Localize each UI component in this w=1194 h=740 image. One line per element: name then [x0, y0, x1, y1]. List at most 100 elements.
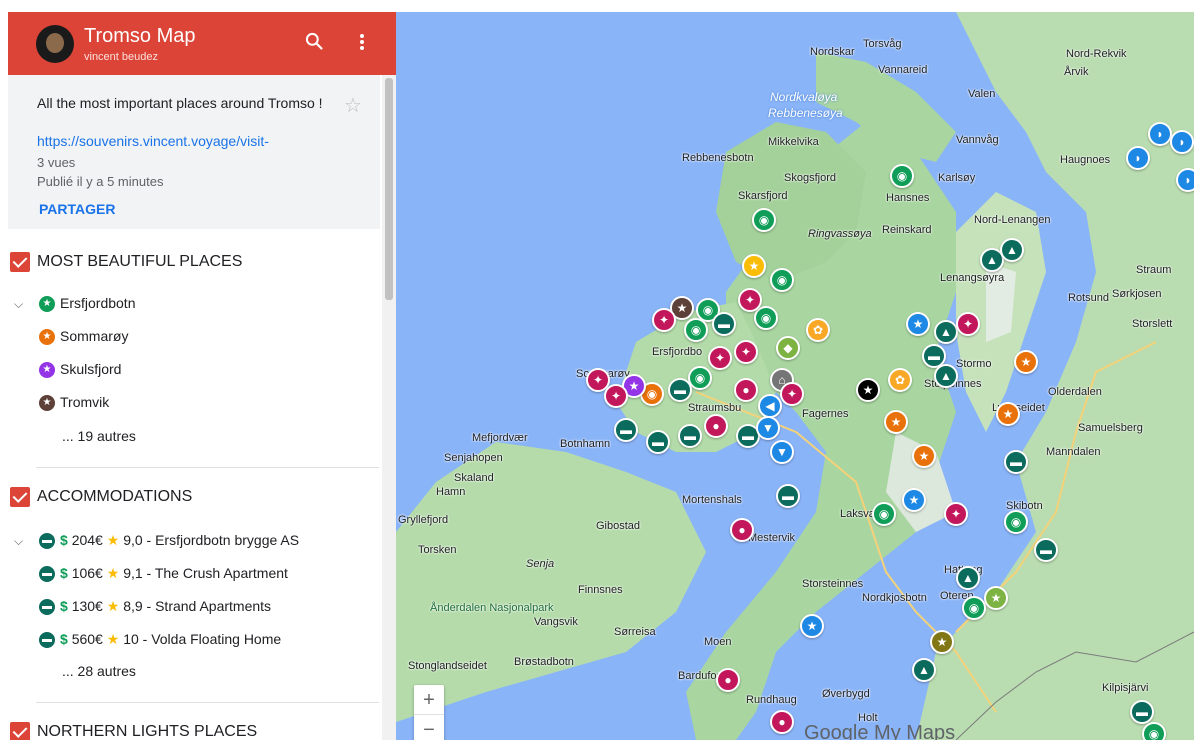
item-label: $ 560€ ★ 10 - Volda Floating Home	[60, 631, 281, 648]
camera-marker-icon[interactable]: ◉	[684, 318, 708, 342]
boat-marker-icon[interactable]: ▼	[756, 416, 780, 440]
hiking-marker-icon[interactable]: ✦	[780, 382, 804, 406]
list-item[interactable]: ▬ $ 130€ ★ 8,9 - Strand Apartments	[8, 594, 380, 622]
whale-marker-icon[interactable]: ◗	[1170, 130, 1194, 154]
bed-marker-icon[interactable]: ▬	[776, 484, 800, 508]
map-canvas[interactable]: Nordskar Torsvåg Vannareid Nord-Rekvik Å…	[396, 12, 1194, 740]
bed-marker-icon[interactable]: ▬	[1004, 450, 1028, 474]
bed-marker-icon[interactable]: ▬	[678, 424, 702, 448]
hiking-marker-icon[interactable]: ✦	[652, 308, 676, 332]
price-amount: 130€	[71, 598, 103, 614]
list-item[interactable]: ▬ $ 106€ ★ 9,1 - The Crush Apartment	[8, 561, 380, 589]
star-marker-icon[interactable]: ★	[1014, 350, 1038, 374]
hiking-marker-icon[interactable]: ✦	[708, 346, 732, 370]
map-link[interactable]: https://souvenirs.vincent.voyage/visit-	[37, 133, 269, 149]
layer-checkbox[interactable]	[10, 487, 30, 507]
snowmobile-marker-icon[interactable]: ▲	[934, 320, 958, 344]
star-marker-icon[interactable]: ★	[906, 312, 930, 336]
bird-marker-icon[interactable]: ✿	[888, 368, 912, 392]
bed-marker-icon[interactable]: ▬	[1034, 538, 1058, 562]
star-marker-icon[interactable]: ★	[902, 488, 926, 512]
star-marker-icon[interactable]: ★	[800, 614, 824, 638]
bird-marker-icon[interactable]: ✿	[806, 318, 830, 342]
star-marker-icon[interactable]: ★	[884, 410, 908, 434]
whale-marker-icon[interactable]: ◗	[1126, 146, 1150, 170]
star-marker-icon[interactable]: ★	[930, 630, 954, 654]
boat-marker-icon[interactable]: ▼	[770, 440, 794, 464]
whale-marker-icon[interactable]: ◗	[1148, 122, 1172, 146]
camera-marker-icon[interactable]: ◉	[770, 268, 794, 292]
bear-marker-icon[interactable]: ●	[770, 710, 794, 734]
star-marker-icon[interactable]: ★	[912, 444, 936, 468]
place-label: Valen	[968, 88, 996, 100]
bear-marker-icon[interactable]: ●	[730, 518, 754, 542]
place-label: Skogsfjord	[784, 172, 836, 184]
snowmobile-marker-icon[interactable]: ▲	[912, 658, 936, 682]
search-icon[interactable]	[304, 31, 324, 51]
chevron-down-icon[interactable]: ⌵	[14, 534, 23, 549]
camera-marker-icon[interactable]: ◉	[872, 502, 896, 526]
more-items-link[interactable]: ... 19 autres	[62, 428, 136, 444]
author-avatar[interactable]	[36, 25, 74, 63]
more-options-icon[interactable]	[356, 32, 368, 54]
hiking-marker-icon[interactable]: ✦	[604, 384, 628, 408]
snowmobile-marker-icon[interactable]: ▲	[1000, 238, 1024, 262]
camera-marker-icon[interactable]: ◉	[962, 596, 986, 620]
bear-marker-icon[interactable]: ●	[704, 414, 728, 438]
list-item[interactable]: ⌵ ▬ $ 204€ ★ 9,0 - Ersfjordbotn brygge A…	[8, 528, 380, 556]
zoom-out-button[interactable]: −	[414, 715, 444, 740]
place-label: Hansnes	[886, 192, 930, 204]
place-label: Rebbenesbotn	[682, 152, 754, 164]
place-label: Brøstadbotn	[514, 656, 574, 668]
chevron-down-icon[interactable]: ⌵	[14, 297, 23, 312]
bed-marker-icon[interactable]: ▬	[1130, 700, 1154, 724]
camera-marker-icon[interactable]: ◉	[1004, 510, 1028, 534]
layer-most-beautiful-places[interactable]: MOST BEAUTIFUL PLACES	[8, 248, 380, 278]
camera-marker-icon[interactable]: ◉	[752, 208, 776, 232]
whale-marker-icon[interactable]: ◗	[1176, 168, 1194, 192]
eye-marker-icon[interactable]: ◆	[776, 336, 800, 360]
list-item[interactable]: ★ Sommarøy	[8, 324, 380, 352]
camera-marker-icon[interactable]: ◉	[1142, 722, 1166, 740]
layer-northern-lights-places[interactable]: NORTHERN LIGHTS PLACES	[8, 718, 380, 740]
map-title[interactable]: Tromso Map	[84, 25, 196, 48]
bed-marker-icon[interactable]: ▬	[668, 378, 692, 402]
bear-marker-icon[interactable]: ●	[734, 378, 758, 402]
more-items-link[interactable]: ... 28 autres	[62, 663, 136, 679]
layer-checkbox[interactable]	[10, 252, 30, 272]
star-marker-icon[interactable]: ★	[856, 378, 880, 402]
scrollbar-thumb[interactable]	[385, 78, 393, 300]
snowmobile-marker-icon[interactable]: ▲	[934, 364, 958, 388]
item-label: Tromvik	[60, 394, 110, 410]
hiking-marker-icon[interactable]: ✦	[944, 502, 968, 526]
place-label: Ringvassøya	[808, 228, 872, 240]
camera-marker-icon[interactable]: ◉	[890, 164, 914, 188]
bed-marker-icon[interactable]: ▬	[712, 312, 736, 336]
place-label: Sørkjosen	[1112, 288, 1162, 300]
fish-marker-icon[interactable]: ◀	[758, 394, 782, 418]
hiking-marker-icon[interactable]: ✦	[738, 288, 762, 312]
snowmobile-marker-icon[interactable]: ▲	[956, 566, 980, 590]
layer-checkbox[interactable]	[10, 722, 30, 740]
star-marker-icon[interactable]: ★	[984, 586, 1008, 610]
share-button[interactable]: PARTAGER	[39, 201, 115, 217]
bed-marker-icon[interactable]: ▬	[646, 430, 670, 454]
list-item[interactable]: ★ Skulsfjord	[8, 357, 380, 385]
bed-marker-icon[interactable]: ▬	[614, 418, 638, 442]
list-item[interactable]: ▬ $ 560€ ★ 10 - Volda Floating Home	[8, 627, 380, 655]
hiking-marker-icon[interactable]: ✦	[956, 312, 980, 336]
star-marker-icon[interactable]: ★	[996, 402, 1020, 426]
list-item[interactable]: ⌵ ★ Ersfjordbotn	[8, 291, 380, 319]
layer-title: ACCOMMODATIONS	[37, 488, 193, 505]
bear-marker-icon[interactable]: ●	[716, 668, 740, 692]
list-item[interactable]: ★ Tromvik	[8, 390, 380, 418]
map-info-card: All the most important places around Tro…	[8, 75, 380, 229]
map-author[interactable]: vincent beudez	[84, 51, 158, 63]
place-label: Fagernes	[802, 408, 849, 420]
zoom-in-button[interactable]: +	[414, 685, 444, 715]
hiking-marker-icon[interactable]: ✦	[734, 340, 758, 364]
camera-marker-icon[interactable]: ◉	[754, 306, 778, 330]
star-outline-icon[interactable]: ☆	[344, 93, 362, 118]
star-marker-icon[interactable]: ★	[742, 254, 766, 278]
layer-accommodations[interactable]: ACCOMMODATIONS	[8, 483, 380, 513]
